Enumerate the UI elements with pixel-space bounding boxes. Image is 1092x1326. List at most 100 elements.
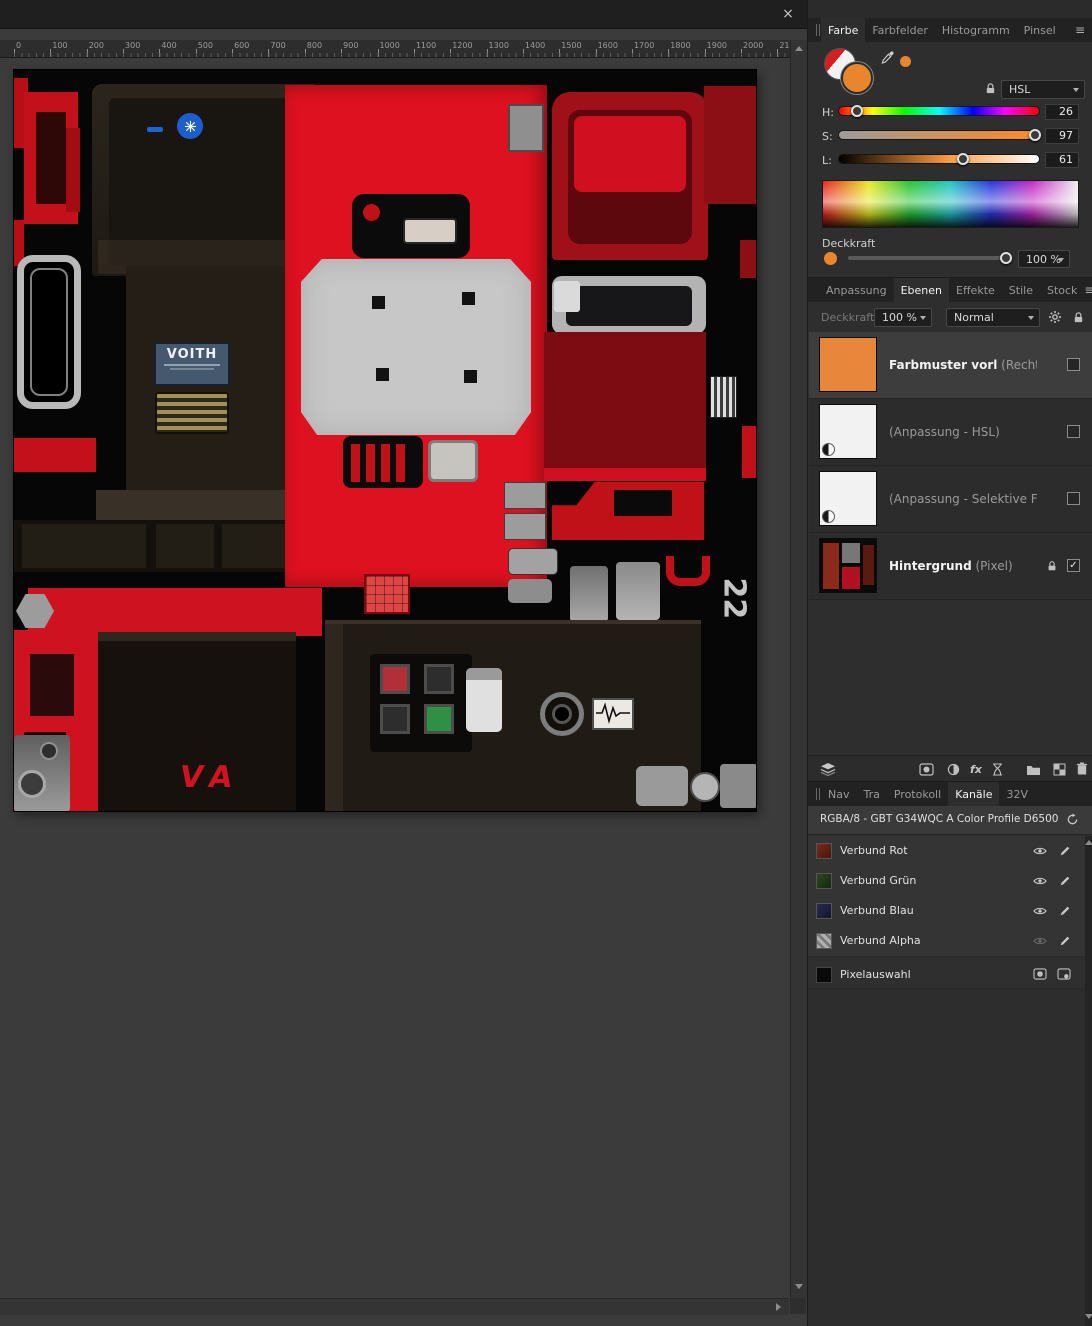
selection-mask-icon[interactable] [1033,968,1047,980]
panel-drag-handle[interactable] [816,24,817,36]
texture-region [504,513,546,540]
channels-scrollbar[interactable] [1085,836,1092,1326]
eye-icon[interactable] [1033,936,1047,946]
tab-32v[interactable]: 32V [999,782,1035,806]
layer-row-farbmuster[interactable]: Farbmuster vorl (Rechte... [809,332,1092,399]
layer-visibility-checkbox[interactable] [1067,358,1080,371]
opacity-slider[interactable] [848,256,1006,260]
tab-kanaele[interactable]: Kanäle [948,782,999,806]
scroll-down-icon[interactable] [1085,1314,1092,1319]
eye-icon[interactable] [1033,846,1047,856]
tab-farbe[interactable]: Farbe [821,18,865,42]
color-mode-dropdown[interactable]: HSL [1001,80,1085,99]
horizontal-scrollbar[interactable] [0,1298,789,1315]
effects-icon[interactable]: fx [970,763,982,776]
canvas-viewport[interactable]: × 01002003004005006007008009001000110012… [0,0,807,1326]
trash-icon[interactable] [1076,762,1088,775]
gear-icon[interactable] [1048,310,1062,324]
scroll-up-icon[interactable] [795,46,803,51]
reset-icon[interactable] [1066,813,1079,826]
pencil-icon[interactable] [1059,905,1071,917]
channel-row-blau[interactable]: Verbund Blau [808,896,1085,927]
vertical-scrollbar[interactable] [790,40,807,1298]
live-filter-icon[interactable] [992,763,1003,776]
lightness-slider-knob[interactable] [957,153,969,165]
tab-histogramm[interactable]: Histogramm [935,18,1017,42]
texture-region [504,482,546,509]
checkerboard-icon[interactable] [1053,763,1066,776]
color-spectrum[interactable] [822,180,1079,228]
texture-region [464,370,477,383]
tab-stile[interactable]: Stile [1002,278,1040,302]
active-color-swatch[interactable] [841,62,873,94]
chevron-down-icon [920,316,926,320]
thumbnail-detail [823,543,839,589]
pencil-icon[interactable] [1059,875,1071,887]
canvas-image[interactable]: VOITH VA [14,70,756,811]
tab-farbfelder[interactable]: Farbfelder [865,18,935,42]
saturation-slider-knob[interactable] [1029,129,1041,141]
panel-drag-handle[interactable] [819,24,820,36]
layer-thumbnail[interactable] [819,471,877,526]
close-document-button[interactable]: × [779,5,797,23]
layer-row-hintergrund[interactable]: Hintergrund (Pixel) ✓ [809,533,1092,600]
opacity-slider-knob[interactable] [1000,252,1012,264]
opacity-dropdown[interactable]: 100 % [1018,250,1070,268]
tab-nav[interactable]: Nav [821,782,856,806]
layer-row-hsl[interactable]: (Anpassung - HSL) [809,399,1092,466]
eye-icon[interactable] [1033,906,1047,916]
eyedropper-icon[interactable] [880,50,895,65]
mask-icon[interactable] [919,763,934,776]
scroll-up-icon[interactable] [1085,840,1092,845]
layers-stack-icon[interactable] [820,762,836,776]
scroll-down-icon[interactable] [795,1284,803,1289]
pencil-icon[interactable] [1059,845,1071,857]
layer-visibility-checkbox[interactable] [1067,492,1080,505]
secondary-color-dot[interactable] [900,56,911,67]
lock-icon[interactable] [984,82,997,95]
tab-tra[interactable]: Tra [856,782,886,806]
lightness-slider[interactable] [838,154,1040,164]
lock-icon[interactable] [1046,560,1058,572]
selection-edit-icon[interactable] [1057,968,1071,980]
adjustment-icon[interactable] [947,763,960,776]
saturation-value[interactable]: 97 [1045,128,1079,144]
eye-icon[interactable] [1033,876,1047,886]
panel-drag-handle[interactable] [819,788,820,800]
hue-slider-knob[interactable] [851,105,863,117]
channel-row-pixelauswahl[interactable]: Pixelauswahl [808,960,1085,989]
folder-icon[interactable] [1026,764,1041,776]
layer-thumbnail[interactable] [819,404,877,459]
blend-mode-dropdown[interactable]: Normal [946,308,1040,327]
channel-row-gruen[interactable]: Verbund Grün [808,866,1085,897]
channel-row-rot[interactable]: Verbund Rot [808,836,1085,867]
tab-pinsel[interactable]: Pinsel [1017,18,1063,42]
panel-menu-icon[interactable]: ≡ [1084,278,1092,302]
lock-icon[interactable] [1072,311,1085,324]
layer-visibility-checkbox[interactable] [1067,425,1080,438]
tab-ebenen[interactable]: Ebenen [894,278,949,302]
layer-visibility-checkbox[interactable]: ✓ [1067,559,1080,572]
texture-region [544,468,706,481]
panel-drag-handle[interactable] [816,788,817,800]
tab-stock[interactable]: Stock [1040,278,1084,302]
ruler-tick: 600 [232,49,233,57]
blend-mode-value: Normal [954,311,994,324]
lightness-value[interactable]: 61 [1045,152,1079,168]
panel-menu-icon[interactable]: ≡ [1075,18,1085,42]
layer-row-selektive-farbe[interactable]: (Anpassung - Selektive Fa... [809,466,1092,533]
tab-protokoll[interactable]: Protokoll [887,782,948,806]
layer-thumbnail[interactable] [819,337,877,392]
layer-opacity-dropdown[interactable]: 100 % [874,308,932,327]
channel-row-alpha[interactable]: Verbund Alpha [808,926,1085,957]
hue-slider[interactable] [838,106,1040,116]
hue-value[interactable]: 26 [1045,104,1079,120]
texture-region [22,524,146,568]
scroll-right-icon[interactable] [776,1303,781,1311]
tab-effekte[interactable]: Effekte [949,278,1002,302]
right-panel: Farbe Farbfelder Histogramm Pinsel ≡ HSL… [807,0,1092,1326]
saturation-slider[interactable] [838,130,1040,140]
pencil-icon[interactable] [1059,935,1071,947]
tab-anpassung[interactable]: Anpassung [819,278,894,302]
layer-thumbnail[interactable] [819,538,877,593]
